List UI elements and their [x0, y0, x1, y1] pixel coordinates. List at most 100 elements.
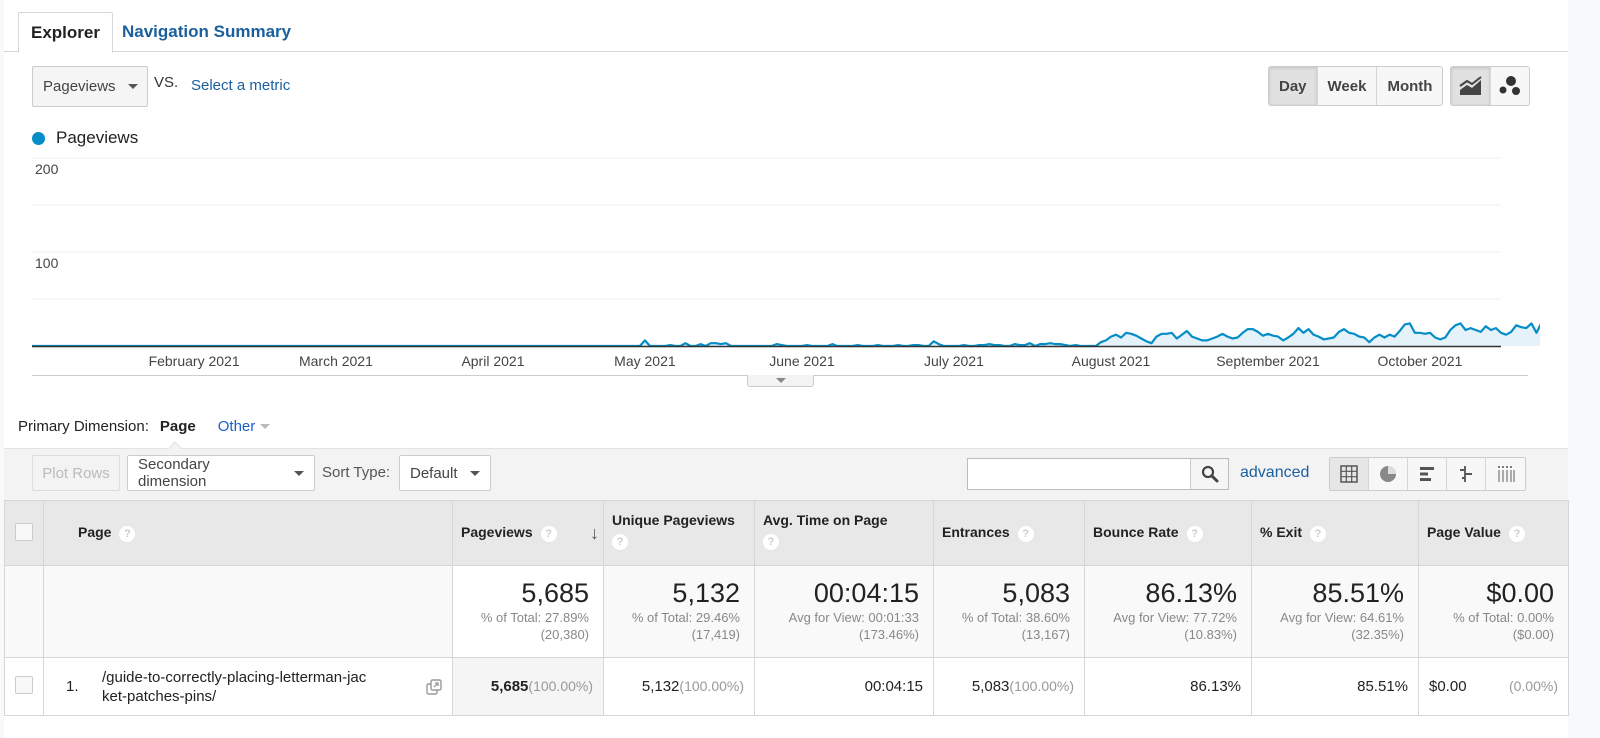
- column-header-avg-time-on-page[interactable]: Avg. Time on Page?: [754, 500, 934, 566]
- search-icon: [1201, 465, 1218, 483]
- week-button[interactable]: Week: [1318, 67, 1378, 105]
- legend-dot: [32, 131, 45, 145]
- pie-view-icon: [1380, 466, 1396, 482]
- help-icon[interactable]: ?: [540, 525, 557, 542]
- day-button[interactable]: Day: [1269, 67, 1318, 105]
- column-header-entrances[interactable]: Entrances?: [933, 500, 1085, 566]
- pivot-view-button[interactable]: [1486, 458, 1525, 490]
- chart-grid: [32, 157, 1501, 300]
- cell-value: 85.51%: [1357, 678, 1408, 695]
- help-icon[interactable]: ?: [1310, 525, 1327, 542]
- sort-type-select[interactable]: Default: [399, 455, 491, 491]
- chart-resize-handle[interactable]: [747, 375, 814, 387]
- cell-percent: (100.00%): [1009, 678, 1074, 694]
- totals-empty: [4, 565, 44, 658]
- total-subtext: (13,167): [1021, 627, 1070, 642]
- y-axis-labels: 100 200: [35, 161, 59, 271]
- totals-row: 5,685 % of Total: 27.89% (20,380) 5,132 % o…: [4, 565, 1569, 658]
- row-page-link[interactable]: /guide-to-correctly-placing-letterman-ja…: [102, 668, 426, 706]
- column-label: Avg. Time on Page: [763, 512, 888, 528]
- select-all-cell: [4, 500, 44, 566]
- help-icon[interactable]: ?: [119, 525, 136, 542]
- column-header-pageviews[interactable]: Pageviews? ↓: [452, 500, 604, 566]
- dimension-pointer: [168, 441, 182, 449]
- table-header-row: Page? Pageviews? ↓ Unique Pageviews? Avg.…: [4, 500, 1569, 566]
- secondary-dimension-select[interactable]: Secondary dimension: [127, 455, 315, 491]
- total-avg-time: 00:04:15 Avg for View: 00:01:33 (173.46%): [754, 565, 934, 658]
- chevron-down-icon: [775, 378, 786, 383]
- line-chart-button[interactable]: [1451, 67, 1491, 105]
- x-tick-label: July 2021: [924, 353, 984, 369]
- row-index: 1.: [66, 678, 79, 695]
- performance-view-icon: [1420, 467, 1434, 481]
- table-view-button[interactable]: [1330, 458, 1369, 490]
- column-header-unique-pageviews[interactable]: Unique Pageviews?: [603, 500, 755, 566]
- pageviews-chart[interactable]: 100 200 February 2021 March 2021 April 2021…: [0, 150, 1540, 380]
- metric-select[interactable]: Pageviews: [32, 66, 148, 107]
- column-label: Entrances: [942, 524, 1010, 541]
- row-bounce-rate: 86.13%: [1084, 657, 1252, 716]
- total-value: 00:04:15: [813, 578, 919, 608]
- total-value: $0.00: [1486, 578, 1554, 608]
- total-value: 5,083: [1002, 578, 1070, 608]
- plot-rows-button[interactable]: Plot Rows: [32, 455, 120, 491]
- row-checkbox[interactable]: [15, 675, 33, 694]
- primary-dimension-page[interactable]: Page: [160, 418, 196, 435]
- search-button[interactable]: [1190, 459, 1228, 489]
- comparison-view-icon: [1460, 466, 1472, 482]
- total-entrances: 5,083 % of Total: 38.60% (13,167): [933, 565, 1085, 658]
- y-tick-label: 100: [35, 255, 59, 271]
- total-bounce-rate: 86.13% Avg for View: 77.72% (10.83%): [1084, 565, 1252, 658]
- row-avg-time: 00:04:15: [754, 657, 934, 716]
- select-all-checkbox[interactable]: [15, 522, 33, 541]
- column-header-bounce-rate[interactable]: Bounce Rate?: [1084, 500, 1252, 566]
- column-label: Bounce Rate: [1093, 524, 1179, 541]
- select-a-metric-link[interactable]: Select a metric: [191, 77, 290, 94]
- pivot-view-icon: [1497, 466, 1515, 482]
- row-page-value: $0.00 (0.00%): [1418, 657, 1569, 716]
- total-value: 86.13%: [1145, 578, 1237, 608]
- cell-percent: (0.00%): [1508, 678, 1558, 694]
- column-header-page-value[interactable]: Page Value?: [1418, 500, 1569, 566]
- advanced-filter-link[interactable]: advanced: [1240, 464, 1309, 482]
- total-subtext: % of Total: 29.46%: [631, 610, 740, 625]
- cell-value: 00:04:15: [864, 678, 923, 695]
- x-tick-label: October 2021: [1378, 353, 1463, 369]
- total-value: 85.51%: [1312, 578, 1404, 608]
- open-external-icon[interactable]: [426, 678, 442, 695]
- help-icon[interactable]: ?: [1186, 525, 1203, 542]
- report-tabs: Explorer Navigation Summary: [4, 12, 1568, 53]
- x-tick-label: August 2021: [1072, 353, 1151, 369]
- pie-view-button[interactable]: [1369, 458, 1408, 490]
- column-header-exit[interactable]: % Exit?: [1251, 500, 1419, 566]
- total-subtext: Avg for View: 64.61%: [1280, 610, 1404, 625]
- column-header-page[interactable]: Page?: [43, 500, 453, 566]
- primary-dimension: Primary Dimension: Page Other: [18, 418, 271, 435]
- totals-empty: [43, 565, 453, 658]
- primary-dimension-other[interactable]: Other: [218, 418, 271, 435]
- performance-view-button[interactable]: [1408, 458, 1447, 490]
- total-subtext: % of Total: 27.89%: [480, 610, 589, 625]
- help-icon[interactable]: ?: [1017, 525, 1034, 542]
- chevron-down-icon: [127, 84, 138, 89]
- column-label: Pageviews: [461, 524, 533, 541]
- cell-value: 5,685: [490, 678, 529, 695]
- help-icon[interactable]: ?: [612, 534, 628, 550]
- x-tick-label: April 2021: [461, 353, 524, 369]
- sort-type-value: Default: [410, 464, 458, 482]
- x-tick-label: June 2021: [769, 353, 835, 369]
- help-icon[interactable]: ?: [763, 534, 779, 550]
- comparison-view-button[interactable]: [1447, 458, 1486, 490]
- total-exit: 85.51% Avg for View: 64.61% (32.35%): [1251, 565, 1419, 658]
- help-icon[interactable]: ?: [1508, 525, 1525, 542]
- total-subtext: (10.83%): [1184, 627, 1237, 642]
- motion-chart-button[interactable]: [1491, 67, 1529, 105]
- total-subtext: (173.46%): [859, 627, 919, 642]
- tab-explorer[interactable]: Explorer: [18, 12, 113, 53]
- month-button[interactable]: Month: [1377, 67, 1442, 105]
- sort-descending-icon: ↓: [590, 523, 599, 543]
- table-search-input[interactable]: [968, 459, 1190, 489]
- right-gutter: [1568, 0, 1600, 738]
- table-view-toggle: [1329, 457, 1526, 491]
- tab-navigation-summary[interactable]: Navigation Summary: [110, 12, 303, 53]
